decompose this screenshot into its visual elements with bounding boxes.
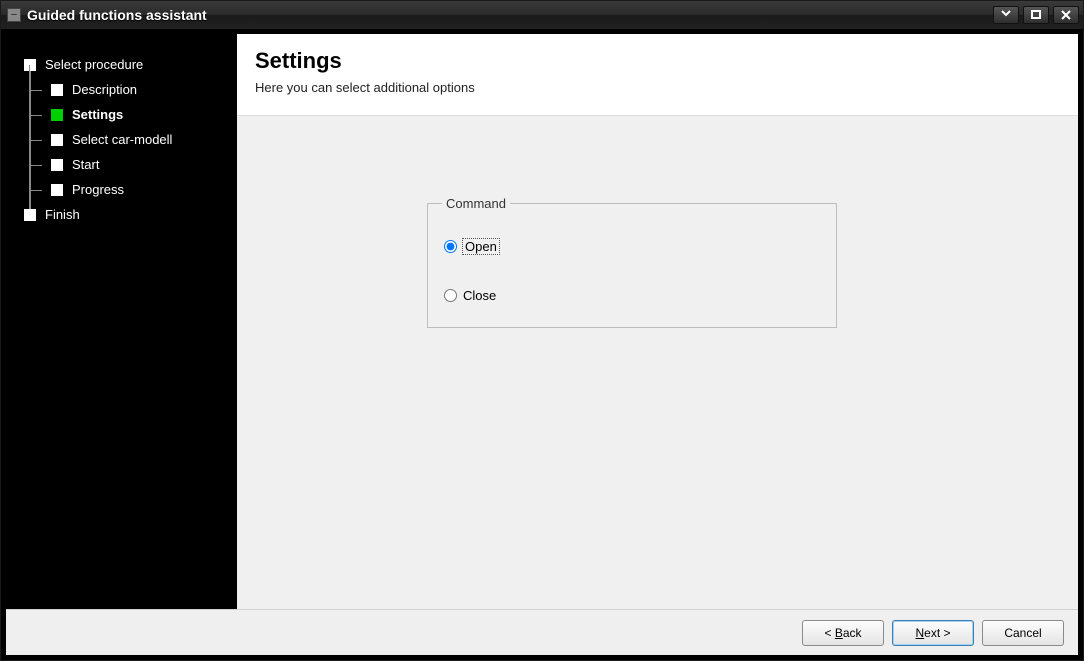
app-window: − Guided functions assistant (0, 0, 1084, 661)
page-header: Settings Here you can select additional … (237, 34, 1078, 116)
wizard-footer: < Back Next > Cancel (6, 609, 1078, 655)
step-box-icon (24, 59, 36, 71)
main-panel: Settings Here you can select additional … (237, 34, 1078, 609)
step-label: Progress (72, 182, 124, 197)
step-box-icon (51, 184, 63, 196)
radio-open-input[interactable] (444, 240, 457, 253)
next-button[interactable]: Next > (892, 620, 974, 646)
maximize-icon (1030, 10, 1042, 20)
step-box-icon (51, 159, 63, 171)
tree-connector-icon (24, 77, 42, 102)
command-group: Command Open Close (427, 196, 837, 328)
step-box-icon (51, 134, 63, 146)
step-label: Description (72, 82, 137, 97)
minimize-icon (1000, 10, 1012, 20)
inner-frame: Select procedure Description Settings (5, 33, 1079, 656)
step-label: Finish (45, 207, 80, 222)
window-title: Guided functions assistant (27, 7, 207, 23)
step-label: Select car-modell (72, 132, 172, 147)
tree-connector-icon (24, 152, 42, 177)
step-label: Start (72, 157, 99, 172)
radio-close[interactable]: Close (444, 288, 820, 303)
app-icon: − (7, 8, 21, 22)
wizard-sidebar: Select procedure Description Settings (6, 34, 237, 609)
radio-open-label: Open (463, 239, 499, 254)
radio-open[interactable]: Open (444, 239, 820, 254)
body-area: Select procedure Description Settings (6, 34, 1078, 609)
back-button[interactable]: < Back (802, 620, 884, 646)
title-bar[interactable]: − Guided functions assistant (1, 1, 1083, 29)
step-settings[interactable]: Settings (24, 102, 229, 127)
step-select-car-modell[interactable]: Select car-modell (24, 127, 229, 152)
step-box-icon (51, 109, 63, 121)
close-button[interactable] (1053, 6, 1079, 24)
page-subtitle: Here you can select additional options (255, 80, 1060, 95)
window-controls (993, 6, 1079, 24)
command-legend: Command (442, 196, 510, 211)
radio-close-label: Close (463, 288, 496, 303)
step-select-procedure[interactable]: Select procedure (24, 52, 229, 77)
step-box-icon (51, 84, 63, 96)
minimize-button[interactable] (993, 6, 1019, 24)
tree-connector-icon (24, 102, 42, 127)
tree-connector-icon (24, 127, 42, 152)
step-start[interactable]: Start (24, 152, 229, 177)
step-finish[interactable]: Finish (24, 202, 229, 227)
step-progress[interactable]: Progress (24, 177, 229, 202)
maximize-button[interactable] (1023, 6, 1049, 24)
tree-connector-icon (24, 177, 42, 202)
step-description[interactable]: Description (24, 77, 229, 102)
close-icon (1060, 10, 1072, 20)
page-title: Settings (255, 48, 1060, 74)
step-label: Settings (72, 107, 123, 122)
cancel-button[interactable]: Cancel (982, 620, 1064, 646)
page-body: Command Open Close (237, 116, 1078, 609)
step-label: Select procedure (45, 57, 143, 72)
step-box-icon (24, 209, 36, 221)
radio-close-input[interactable] (444, 289, 457, 302)
wizard-steps: Select procedure Description Settings (14, 52, 229, 227)
